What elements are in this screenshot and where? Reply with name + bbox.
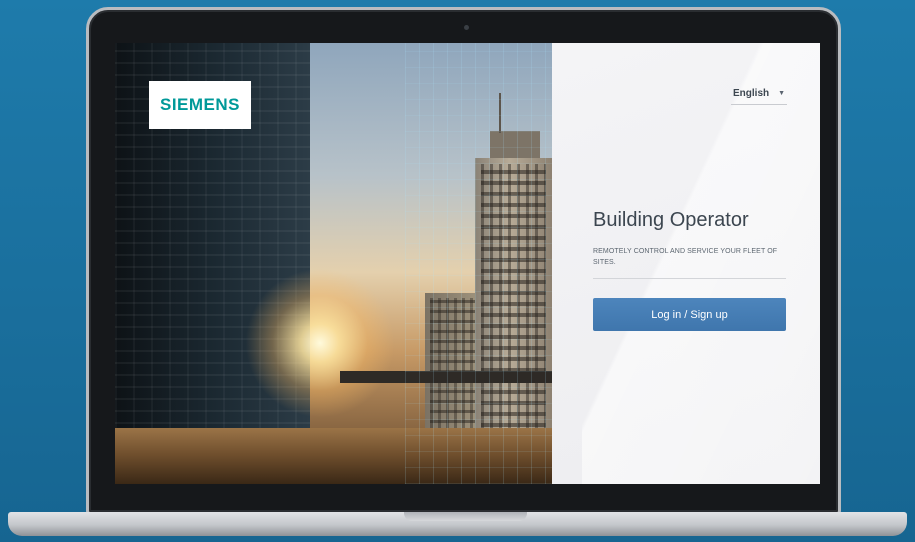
logo-text: SIEMENS (159, 95, 241, 114)
login-signup-button[interactable]: Log in / Sign up (593, 298, 786, 331)
siemens-logo: SIEMENS (149, 81, 251, 129)
divider (593, 278, 786, 279)
webcam-icon (464, 25, 469, 30)
login-panel: English ▼ Building Operator REMOTELY CON… (552, 43, 820, 484)
language-label: English (733, 88, 770, 99)
app-screen: SIEMENS English ▼ Building Operator REMO… (115, 43, 820, 484)
app-title: Building Operator (593, 209, 749, 231)
language-select[interactable]: English ▼ (731, 83, 787, 105)
hero-photo: SIEMENS (115, 43, 552, 484)
laptop-notch (404, 512, 527, 521)
caret-down-icon: ▼ (778, 90, 785, 97)
app-subtitle: REMOTELY CONTROL AND SERVICE YOUR FLEET … (593, 248, 778, 266)
